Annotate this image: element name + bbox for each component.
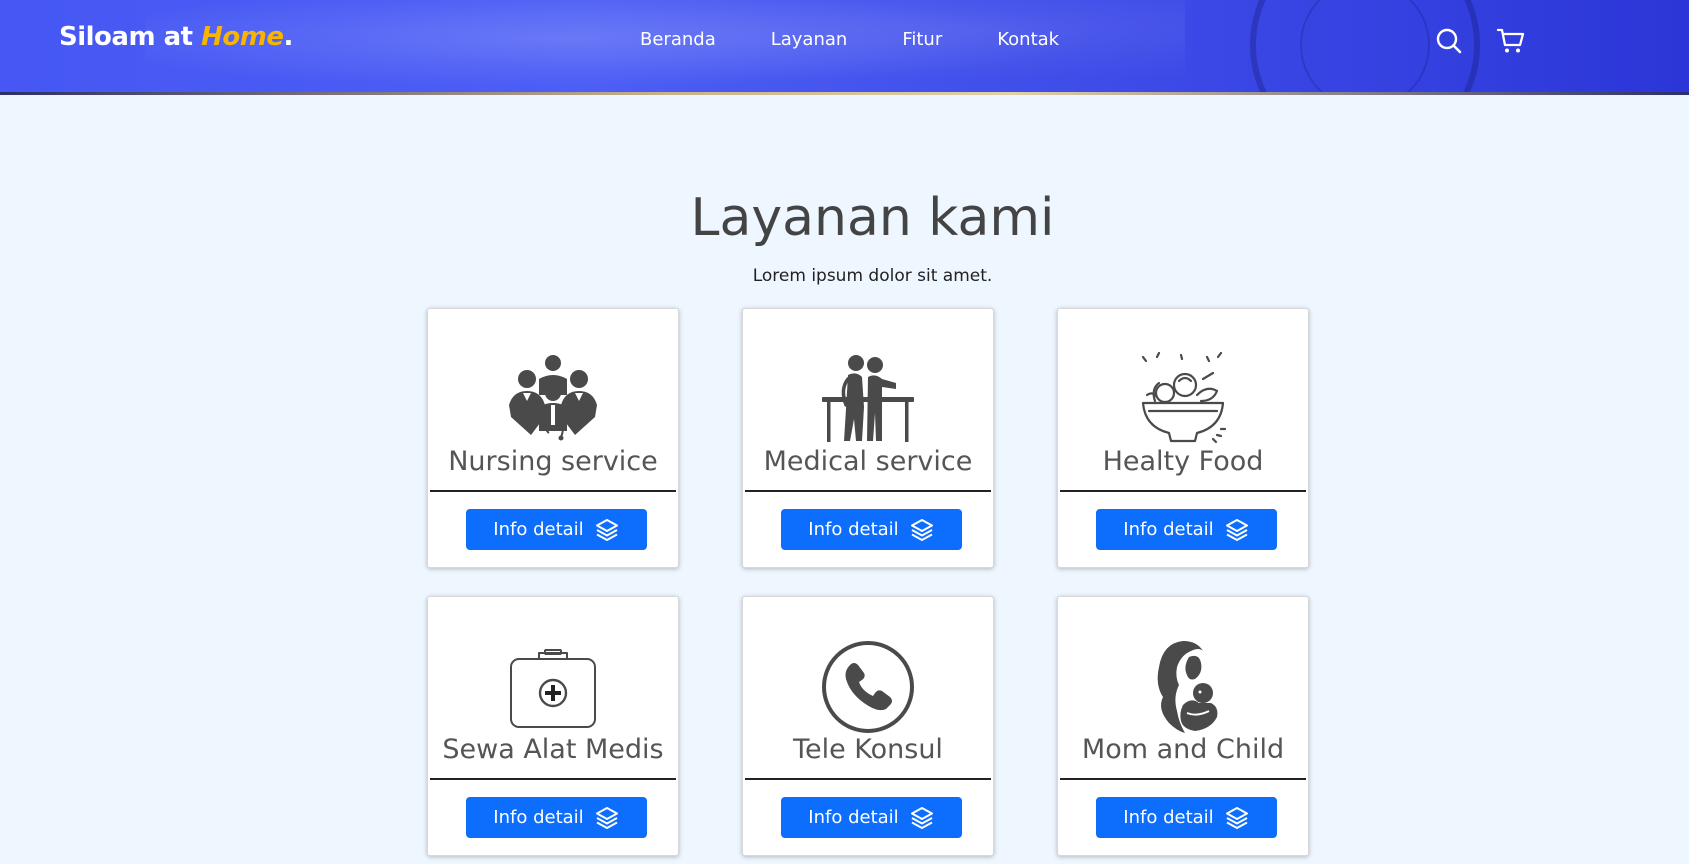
service-card-food: Healty Food Info detail xyxy=(1057,308,1309,568)
nav-links: Beranda Layanan Fitur Kontak xyxy=(640,29,1114,50)
info-detail-label: Info detail xyxy=(1123,519,1214,540)
navbar: Siloam at Home. Beranda Layanan Fitur Ko… xyxy=(0,0,1689,95)
service-title: Mom and Child xyxy=(1081,734,1285,765)
info-detail-label: Info detail xyxy=(808,519,899,540)
card-divider xyxy=(430,778,676,780)
section-subtitle: Lorem ipsum dolor sit amet. xyxy=(752,266,993,286)
medical-kit-icon xyxy=(428,637,678,737)
service-card-mom-child: Mom and Child Info detail xyxy=(1057,596,1309,856)
food-bowl-icon xyxy=(1058,349,1308,449)
brand-accent: Home xyxy=(201,22,284,52)
layers-icon xyxy=(595,518,618,541)
info-detail-button[interactable]: Info detail xyxy=(781,797,962,838)
service-card-medical: Medical service Info detail xyxy=(742,308,994,568)
phone-icon xyxy=(743,637,993,737)
header-background-wheel-inner xyxy=(1300,0,1430,95)
service-card-equipment: Sewa Alat Medis Info detail xyxy=(427,596,679,856)
service-card-teleconsult: Tele Konsul Info detail xyxy=(742,596,994,856)
service-title: Medical service xyxy=(763,446,973,477)
info-detail-button[interactable]: Info detail xyxy=(466,509,647,550)
card-divider xyxy=(745,490,991,492)
brand-prefix: Siloam at xyxy=(59,22,202,52)
info-detail-button[interactable]: Info detail xyxy=(1096,509,1277,550)
service-title: Healty Food xyxy=(1102,446,1264,477)
service-card-nursing: Nursing service Info detail xyxy=(427,308,679,568)
service-title: Nursing service xyxy=(448,446,658,477)
info-detail-button[interactable]: Info detail xyxy=(1096,797,1277,838)
nav-link-beranda[interactable]: Beranda xyxy=(640,29,716,50)
brand-suffix: . xyxy=(283,22,294,52)
card-divider xyxy=(430,490,676,492)
card-divider xyxy=(745,778,991,780)
search-icon[interactable] xyxy=(1434,26,1464,56)
service-title: Tele Konsul xyxy=(793,734,943,765)
info-detail-label: Info detail xyxy=(493,519,584,540)
info-detail-button[interactable]: Info detail xyxy=(781,509,962,550)
service-title: Sewa Alat Medis xyxy=(442,734,664,765)
layers-icon xyxy=(595,806,618,829)
cart-icon[interactable] xyxy=(1496,26,1526,56)
nav-link-fitur[interactable]: Fitur xyxy=(902,29,942,50)
card-divider xyxy=(1060,778,1306,780)
physiotherapy-icon xyxy=(743,349,993,449)
layers-icon xyxy=(1225,518,1248,541)
services-grid: Nursing service Info detail Medical serv… xyxy=(427,308,1309,856)
info-detail-label: Info detail xyxy=(1123,807,1214,828)
nav-link-layanan[interactable]: Layanan xyxy=(771,29,848,50)
layers-icon xyxy=(910,518,933,541)
header-bottom-border xyxy=(0,92,1689,95)
section-title: Layanan kami xyxy=(690,188,1055,248)
nav-link-kontak[interactable]: Kontak xyxy=(997,29,1059,50)
mother-child-icon xyxy=(1058,637,1308,737)
medical-team-icon xyxy=(428,349,678,449)
info-detail-button[interactable]: Info detail xyxy=(466,797,647,838)
layers-icon xyxy=(1225,806,1248,829)
info-detail-label: Info detail xyxy=(493,807,584,828)
info-detail-label: Info detail xyxy=(808,807,899,828)
layers-icon xyxy=(910,806,933,829)
card-divider xyxy=(1060,490,1306,492)
brand-logo[interactable]: Siloam at Home. xyxy=(59,22,293,52)
